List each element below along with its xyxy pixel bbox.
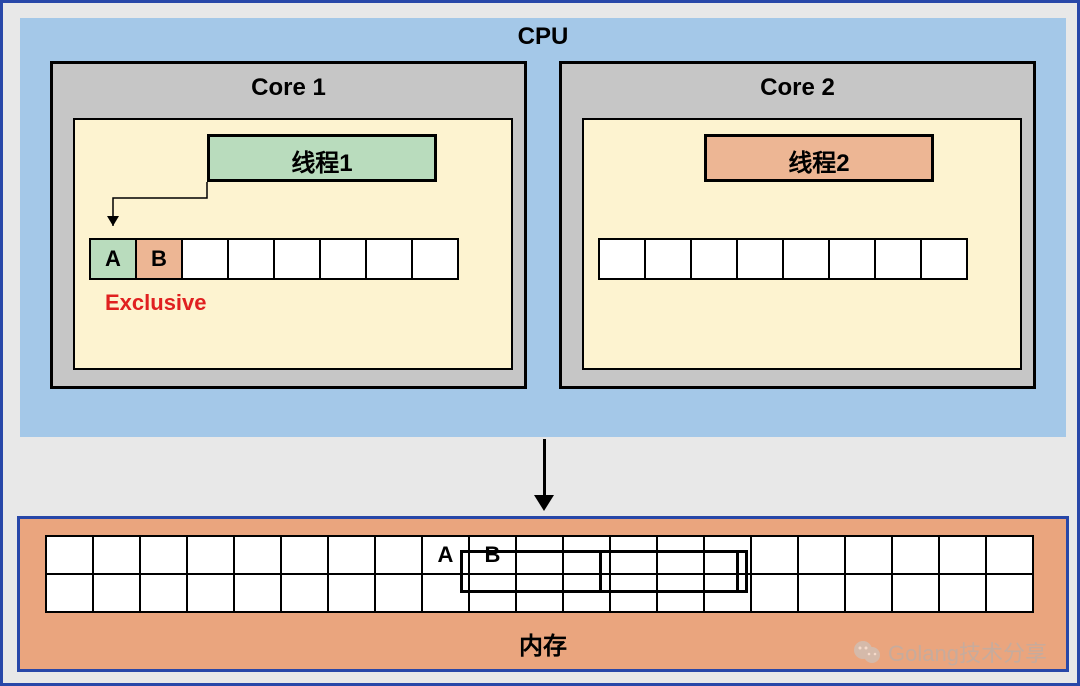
memory-cell	[468, 573, 517, 613]
memory-cell	[797, 573, 846, 613]
core-1-inner: 线程1 A B Exclusiv	[73, 118, 513, 370]
memory-cell	[421, 573, 470, 613]
core-1-title: Core 1	[53, 74, 524, 102]
memory-cell	[891, 573, 940, 613]
memory-cell	[562, 535, 611, 575]
memory-cell	[985, 535, 1034, 575]
core-1: Core 1 线程1 A B	[50, 61, 527, 389]
watermark: Golang技术分享	[852, 636, 1047, 668]
memory-cell	[609, 573, 658, 613]
memory-cell	[280, 573, 329, 613]
cache-status-label: Exclusive	[105, 290, 207, 316]
memory-cell	[233, 535, 282, 575]
wechat-icon	[852, 639, 882, 665]
memory-cell	[45, 535, 94, 575]
memory-cell	[327, 535, 376, 575]
core-2-cache-row	[598, 238, 968, 280]
memory-cell	[45, 573, 94, 613]
memory-cell	[750, 535, 799, 575]
cpu-box: CPU Core 1 线程1 A B	[20, 18, 1066, 437]
core-1-cache-row: A B	[89, 238, 459, 280]
memory-cell	[92, 535, 141, 575]
core-2: Core 2 线程2	[559, 61, 1036, 389]
memory-cell	[797, 535, 846, 575]
memory-row-2	[45, 575, 1034, 613]
cache-cell	[319, 238, 367, 280]
cache-cell	[874, 238, 922, 280]
memory-cell	[609, 535, 658, 575]
thread-to-cache-arrow-icon	[103, 158, 215, 240]
cache-cell	[644, 238, 692, 280]
memory-cell	[374, 573, 423, 613]
thread-1-box: 线程1	[207, 134, 437, 182]
cpu-title: CPU	[20, 23, 1066, 51]
cache-cell	[273, 238, 321, 280]
cache-cell	[227, 238, 275, 280]
memory-cell	[844, 535, 893, 575]
memory-cell: A	[421, 535, 470, 575]
watermark-text: Golang技术分享	[888, 636, 1047, 668]
memory-cell	[515, 573, 564, 613]
memory-cell	[327, 573, 376, 613]
cache-cell	[782, 238, 830, 280]
cache-cell-a: A	[89, 238, 137, 280]
cache-cell	[181, 238, 229, 280]
memory-cell	[656, 535, 705, 575]
memory-cell	[844, 573, 893, 613]
cache-cell	[828, 238, 876, 280]
memory-cell	[280, 535, 329, 575]
memory-cell	[186, 573, 235, 613]
memory-cell	[891, 535, 940, 575]
cpu-to-memory-arrow-icon	[535, 439, 555, 513]
memory-cell	[656, 573, 705, 613]
cache-cell	[920, 238, 968, 280]
memory-cell	[562, 573, 611, 613]
memory-cell	[374, 535, 423, 575]
memory-row-1: AB	[45, 535, 1034, 575]
memory-cell	[139, 573, 188, 613]
cache-cell	[365, 238, 413, 280]
diagram-root: CPU Core 1 线程1 A B	[0, 0, 1080, 686]
cache-cell	[690, 238, 738, 280]
memory-cell: B	[468, 535, 517, 575]
memory-cell	[703, 535, 752, 575]
memory-cell	[985, 573, 1034, 613]
memory-cell	[750, 573, 799, 613]
memory-cell	[938, 573, 987, 613]
cache-cell	[598, 238, 646, 280]
core-2-inner: 线程2	[582, 118, 1022, 370]
memory-cell	[139, 535, 188, 575]
memory-cell	[515, 535, 564, 575]
cache-cell	[736, 238, 784, 280]
cores-container: Core 1 线程1 A B	[20, 51, 1066, 409]
core-2-title: Core 2	[562, 74, 1033, 102]
memory-cell	[703, 573, 752, 613]
memory-cell	[938, 535, 987, 575]
memory-cell	[186, 535, 235, 575]
memory-cell	[92, 573, 141, 613]
cache-cell-b: B	[135, 238, 183, 280]
cache-cell	[411, 238, 459, 280]
memory-cell	[233, 573, 282, 613]
thread-2-box: 线程2	[704, 134, 934, 182]
memory-grid: AB	[45, 535, 1034, 613]
